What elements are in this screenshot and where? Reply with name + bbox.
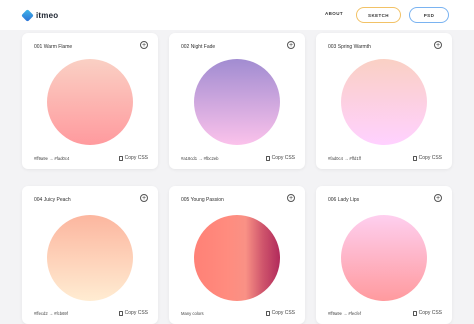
logo[interactable]: itmeo [21,8,59,22]
copy-css-button[interactable]: Copy CSS [265,155,295,161]
card-footer: #a18cd1 → #fbc2eb Copy CSS [181,155,295,161]
gradient-colors: #ff9a9e → #fecfef [328,310,361,316]
add-icon[interactable]: + [287,194,295,202]
gradient-card: 004 Juicy Peach + #ffecd2 → #fcb69f Copy… [22,186,158,324]
gradient-colors: #fad0c4 → #ffd1ff [328,155,361,161]
copy-icon [412,155,417,161]
add-icon[interactable]: + [140,194,148,202]
logo-icon [21,8,34,22]
copy-css-label: Copy CSS [418,310,442,316]
gradient-swatch [47,59,133,145]
gradient-title: 002 Night Fade [181,44,216,50]
copy-css-button[interactable]: Copy CSS [265,310,295,316]
gradient-colors: #ffecd2 → #fcb69f [34,310,68,316]
gradient-swatch [341,59,427,145]
copy-css-button[interactable]: Copy CSS [118,155,148,161]
gradient-card: 005 Young Passion + Many colors Copy CSS [169,186,305,324]
copy-css-button[interactable]: Copy CSS [412,310,442,316]
card-footer: #ff9a9e → #fad0c4 Copy CSS [34,155,148,161]
download-sketch-button[interactable]: SKETCH [356,7,401,23]
add-icon[interactable]: + [434,41,442,49]
copy-icon [265,155,270,161]
card-footer: Many colors Copy CSS [181,310,295,316]
gradient-colors: #a18cd1 → #fbc2eb [181,155,219,161]
copy-icon [118,310,123,316]
copy-css-label: Copy CSS [124,310,148,316]
gradient-title: 001 Warm Flame [34,44,73,50]
gradient-swatch [194,59,280,145]
card-footer: #ff9a9e → #fecfef Copy CSS [328,310,442,316]
gradient-title: 003 Spring Warmth [328,44,371,50]
gradient-card: 006 Lady Lips + #ff9a9e → #fecfef Copy C… [316,186,452,324]
gradient-swatch [341,215,427,301]
copy-css-label: Copy CSS [418,155,442,161]
copy-css-button[interactable]: Copy CSS [412,155,442,161]
copy-css-label: Copy CSS [271,155,295,161]
add-icon[interactable]: + [287,41,295,49]
gradient-title: 004 Juicy Peach [34,197,71,203]
top-navigation-bar: itmeo ABOUT SKETCH PSD [0,0,474,30]
copy-icon [265,310,270,316]
card-footer: #ffecd2 → #fcb69f Copy CSS [34,310,148,316]
copy-css-label: Copy CSS [271,310,295,316]
gradient-swatch [194,215,280,301]
add-icon[interactable]: + [434,194,442,202]
copy-css-label: Copy CSS [124,155,148,161]
logo-text: itmeo [36,10,59,20]
copy-css-button[interactable]: Copy CSS [118,310,148,316]
card-footer: #fad0c4 → #ffd1ff Copy CSS [328,155,442,161]
download-psd-button[interactable]: PSD [409,7,449,23]
gradient-colors: #ff9a9e → #fad0c4 [34,155,70,161]
gradient-title: 006 Lady Lips [328,197,360,203]
gradient-colors: Many colors [181,310,204,316]
add-icon[interactable]: + [140,41,148,49]
gradient-title: 005 Young Passion [181,197,224,203]
copy-icon [412,310,417,316]
gradient-card: 002 Night Fade + #a18cd1 → #fbc2eb Copy … [169,33,305,169]
gradient-card: 003 Spring Warmth + #fad0c4 → #ffd1ff Co… [316,33,452,169]
nav-about-link[interactable]: ABOUT [325,11,343,16]
gradient-card: 001 Warm Flame + #ff9a9e → #fad0c4 Copy … [22,33,158,169]
gradient-swatch [47,215,133,301]
copy-icon [118,155,123,161]
